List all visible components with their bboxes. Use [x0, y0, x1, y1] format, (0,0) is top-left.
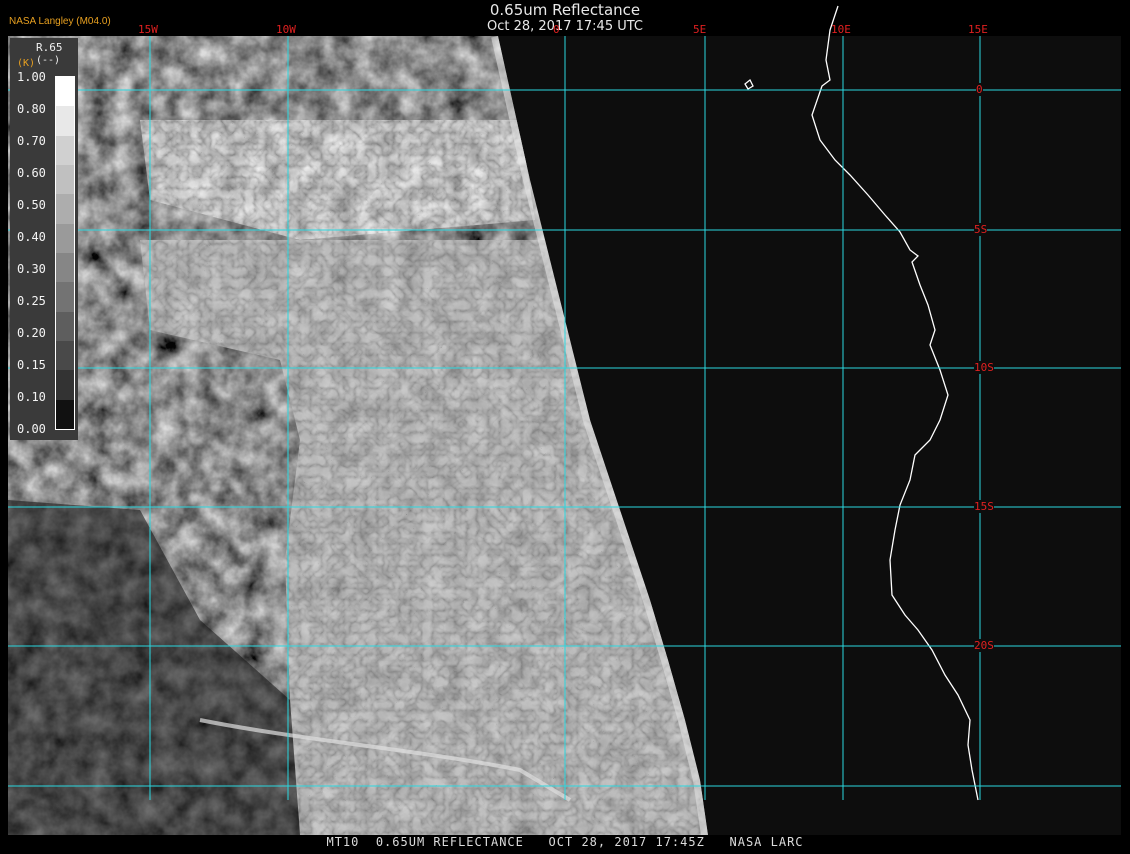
agency-label: NASA Langley (M04.0) [9, 16, 111, 27]
latitude-label: 10S [974, 361, 994, 374]
colorbar-tick-label: 0.40 [17, 230, 46, 244]
longitude-label: 10E [831, 23, 851, 36]
latitude-label: 5S [974, 223, 988, 236]
colorbar-tick-label: 0.00 [17, 422, 46, 436]
colorbar-swatch [56, 399, 74, 429]
colorbar-tick-label: 0.70 [17, 134, 46, 148]
colorbar-tick-label: 0.80 [17, 102, 46, 116]
satellite-map-view: 0.65um Reflectance Oct 28, 2017 17:45 UT… [0, 0, 1130, 850]
colorbar-swatch [56, 135, 74, 165]
legend-variable-name: R.65 [36, 41, 63, 54]
colorbar-tick-label: 0.60 [17, 166, 46, 180]
colorbar-swatch [56, 370, 74, 400]
latitude-label: 0 [976, 83, 983, 96]
footer-caption: MT10 0.65UM REFLECTANCE OCT 28, 2017 17:… [326, 835, 804, 849]
latitude-label: 15S [974, 500, 994, 513]
colorbar-swatch [56, 311, 74, 341]
satellite-image [8, 5, 1121, 835]
latitude-label: 20S [974, 639, 994, 652]
colorbar-swatch [56, 252, 74, 283]
longitude-label: 5E [693, 23, 707, 36]
longitude-label: 15E [968, 23, 988, 36]
legend-unit-mark: (K) [17, 58, 36, 69]
longitude-label: 0 [553, 23, 560, 36]
legend-unit: (--) [36, 55, 61, 66]
colorbar-tick-label: 0.25 [17, 294, 46, 308]
map-timestamp: Oct 28, 2017 17:45 UTC [487, 19, 643, 34]
longitude-label: 15W [138, 23, 158, 36]
colorbar-swatch [56, 106, 74, 136]
colorbar-tick-label: 0.15 [17, 358, 46, 372]
colorbar-tick-label: 0.20 [17, 326, 46, 340]
colorbar-swatch [56, 164, 74, 195]
colorbar-tick-label: 1.00 [17, 70, 46, 84]
colorbar-scale [55, 76, 75, 430]
colorbar-swatch [56, 340, 74, 371]
colorbar-swatch [56, 223, 74, 253]
colorbar-tick-label: 0.50 [17, 198, 46, 212]
colorbar-swatch [56, 194, 74, 224]
longitude-label: 10W [276, 23, 296, 36]
colorbar-swatch [56, 282, 74, 312]
colorbar-swatch [56, 77, 74, 107]
map-title: 0.65um Reflectance [489, 1, 641, 19]
colorbar-tick-label: 0.10 [17, 390, 46, 404]
colorbar-tick-label: 0.30 [17, 262, 46, 276]
